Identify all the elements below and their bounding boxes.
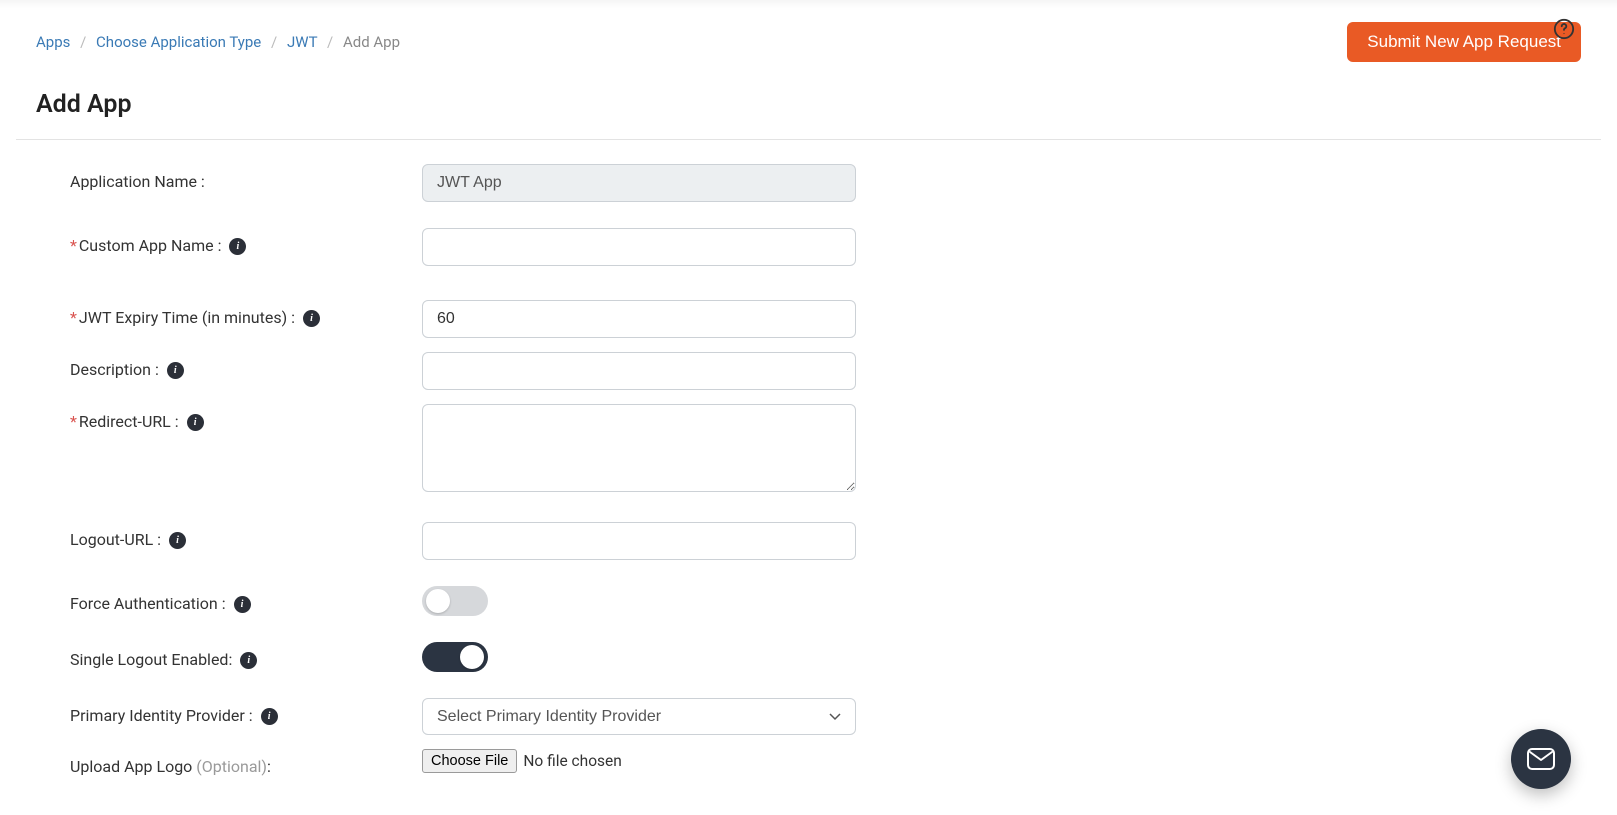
- breadcrumb-link-apps[interactable]: Apps: [36, 33, 70, 51]
- primary-idp-select[interactable]: Select Primary Identity Provider: [422, 698, 856, 735]
- breadcrumb-link-choose-type[interactable]: Choose Application Type: [96, 33, 261, 51]
- breadcrumb-sep: /: [80, 33, 86, 51]
- label-single-logout: Single Logout Enabled:: [70, 650, 232, 669]
- breadcrumb-current: Add App: [343, 33, 400, 51]
- logout-url-input[interactable]: [422, 522, 856, 560]
- breadcrumb-sep: /: [327, 33, 333, 51]
- form-area: Application Name : *Custom App Name : i …: [0, 164, 900, 776]
- label-upload-logo-colon: :: [267, 757, 271, 776]
- label-app-name: Application Name :: [70, 164, 422, 191]
- required-marker: *: [70, 412, 77, 431]
- jwt-expiry-input[interactable]: [422, 300, 856, 338]
- breadcrumb-link-jwt[interactable]: JWT: [287, 33, 317, 51]
- row-redirect-url: *Redirect-URL : i: [70, 404, 900, 496]
- info-icon[interactable]: i: [229, 238, 246, 255]
- label-upload-logo-optional: (Optional): [196, 757, 267, 776]
- description-input[interactable]: [422, 352, 856, 390]
- label-force-auth: Force Authentication :: [70, 594, 226, 613]
- label-jwt-expiry: JWT Expiry Time (in minutes) :: [79, 308, 295, 327]
- info-icon[interactable]: i: [169, 532, 186, 549]
- required-marker: *: [70, 236, 77, 255]
- label-logout-url: Logout-URL :: [70, 530, 161, 549]
- breadcrumb: Apps / Choose Application Type / JWT / A…: [36, 33, 400, 51]
- row-app-name: Application Name :: [70, 164, 900, 202]
- row-custom-name: *Custom App Name : i: [70, 228, 900, 266]
- info-icon[interactable]: i: [187, 414, 204, 431]
- top-shadow: [0, 0, 1617, 8]
- redirect-url-input[interactable]: [422, 404, 856, 492]
- label-redirect-url: Redirect-URL :: [79, 412, 179, 431]
- row-upload-logo: Upload App Logo (Optional): Choose File …: [70, 749, 900, 776]
- breadcrumb-sep: /: [271, 33, 277, 51]
- single-logout-toggle[interactable]: [422, 642, 488, 672]
- header-row: Apps / Choose Application Type / JWT / A…: [0, 0, 1617, 62]
- chat-widget-button[interactable]: [1511, 729, 1571, 789]
- file-status-text: No file chosen: [523, 752, 621, 770]
- row-jwt-expiry: *JWT Expiry Time (in minutes) : i: [70, 300, 900, 338]
- submit-new-app-button[interactable]: Submit New App Request: [1347, 22, 1581, 62]
- label-upload-logo: Upload App Logo: [70, 757, 196, 776]
- page-title: Add App: [0, 62, 1617, 139]
- info-icon[interactable]: i: [303, 310, 320, 327]
- row-description: Description : i: [70, 352, 900, 390]
- info-icon[interactable]: i: [261, 708, 278, 725]
- row-force-auth: Force Authentication : i: [70, 586, 900, 616]
- help-icon[interactable]: [1553, 18, 1575, 46]
- required-marker: *: [70, 308, 77, 327]
- custom-app-name-input[interactable]: [422, 228, 856, 266]
- info-icon[interactable]: i: [167, 362, 184, 379]
- force-auth-toggle[interactable]: [422, 586, 488, 616]
- application-name-input: [422, 164, 856, 202]
- label-primary-idp: Primary Identity Provider :: [70, 706, 253, 725]
- row-primary-idp: Primary Identity Provider : i Select Pri…: [70, 698, 900, 735]
- info-icon[interactable]: i: [240, 652, 257, 669]
- divider: [16, 139, 1601, 140]
- row-single-logout: Single Logout Enabled: i: [70, 642, 900, 672]
- info-icon[interactable]: i: [234, 596, 251, 613]
- row-logout-url: Logout-URL : i: [70, 522, 900, 560]
- mail-icon: [1527, 748, 1555, 770]
- choose-file-button[interactable]: Choose File: [422, 749, 517, 773]
- label-description: Description :: [70, 360, 159, 379]
- label-custom-name: Custom App Name :: [79, 236, 222, 255]
